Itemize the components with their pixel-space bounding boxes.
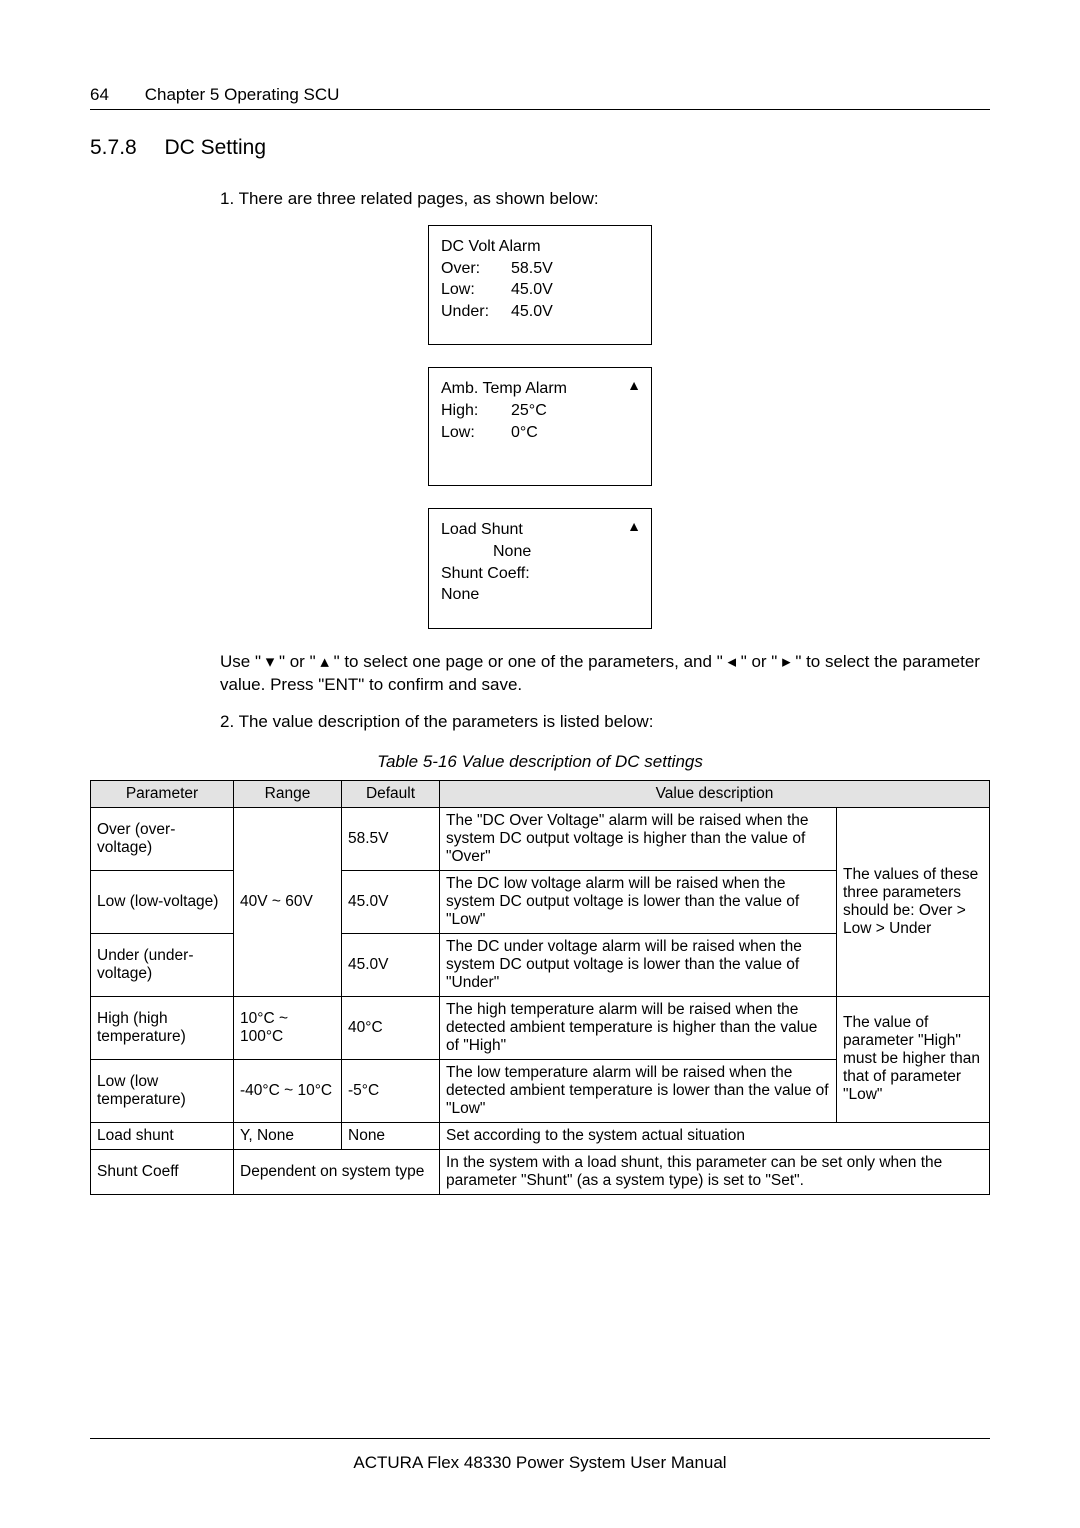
page-number: 64 [90,85,140,105]
section-heading: 5.7.8 DC Setting [90,136,990,160]
cell-desc: The high temperature alarm will be raise… [440,996,837,1059]
section-title: DC Setting [164,136,266,159]
display-value: 0°C [511,422,538,444]
display-label: High: [441,400,511,422]
table-caption: Table 5-16 Value description of DC setti… [90,752,990,772]
display-line: None [441,541,639,563]
cell-param: High (high temperature) [91,996,234,1059]
display-row: Under: 45.0V [441,301,639,323]
cell-default: 45.0V [342,870,440,933]
cell-range: 10°C ~ 100°C [234,996,342,1059]
table-row: Shunt Coeff Dependent on system type In … [91,1149,990,1194]
section-number: 5.7.8 [90,136,160,160]
display-label: Over: [441,258,511,280]
cell-note: The values of these three parameters sho… [837,807,990,996]
table-header-row: Parameter Range Default Value descriptio… [91,780,990,807]
display-line: Shunt Coeff: [441,563,639,585]
display-row: High: 25°C [441,400,639,422]
display-screen-amb-temp: ▲ Amb. Temp Alarm High: 25°C Low: 0°C [428,367,652,486]
page-header: 64 Chapter 5 Operating SCU [90,85,990,110]
cell-default: 40°C [342,996,440,1059]
table-row: Over (over-voltage) 40V ~ 60V 58.5V The … [91,807,990,870]
page-footer: ACTURA Flex 48330 Power System User Manu… [90,1438,990,1473]
cell-param: Under (under-voltage) [91,933,234,996]
col-default: Default [342,780,440,807]
display-line: None [441,584,639,606]
cell-range: -40°C ~ 10°C [234,1059,342,1122]
display-row: Low: 45.0V [441,279,639,301]
cell-param: Over (over-voltage) [91,807,234,870]
table-row: Load shunt Y, None None Set according to… [91,1122,990,1149]
display-value: 45.0V [511,301,553,323]
cell-default: None [342,1122,440,1149]
display-row: Over: 58.5V [441,258,639,280]
cell-desc: Set according to the system actual situa… [440,1122,990,1149]
intro-paragraph-2: 2. The value description of the paramete… [220,711,990,734]
cell-range: Y, None [234,1122,342,1149]
cell-desc: The "DC Over Voltage" alarm will be rais… [440,807,837,870]
navigation-instructions: Use " ▾ " or " ▴ " to select one page or… [220,651,990,697]
cell-note: The value of parameter "High" must be hi… [837,996,990,1122]
cell-desc: The DC under voltage alarm will be raise… [440,933,837,996]
display-row: Low: 0°C [441,422,639,444]
display-screen-dc-volt: DC Volt Alarm Over: 58.5V Low: 45.0V Und… [428,225,652,345]
display-title: DC Volt Alarm [441,236,639,258]
up-arrow-icon: ▲ [627,376,641,395]
cell-param: Low (low temperature) [91,1059,234,1122]
col-parameter: Parameter [91,780,234,807]
display-value: 45.0V [511,279,553,301]
page: 64 Chapter 5 Operating SCU 5.7.8 DC Sett… [0,0,1080,1528]
cell-param: Shunt Coeff [91,1149,234,1194]
cell-desc: The DC low voltage alarm will be raised … [440,870,837,933]
display-label: Under: [441,301,511,323]
cell-desc: The low temperature alarm will be raised… [440,1059,837,1122]
cell-param: Low (low-voltage) [91,870,234,933]
up-arrow-icon: ▲ [627,517,641,536]
chapter-title: Chapter 5 Operating SCU [145,85,340,104]
display-label: Low: [441,422,511,444]
display-title: Amb. Temp Alarm [441,378,639,400]
cell-range: 40V ~ 60V [234,807,342,996]
cell-default: 45.0V [342,933,440,996]
table-row: High (high temperature) 10°C ~ 100°C 40°… [91,996,990,1059]
display-value: 25°C [511,400,547,422]
col-range: Range [234,780,342,807]
display-screen-load-shunt: ▲ Load Shunt None Shunt Coeff: None [428,508,652,628]
display-line: Load Shunt [441,519,639,541]
col-description: Value description [440,780,990,807]
cell-param: Load shunt [91,1122,234,1149]
cell-desc: In the system with a load shunt, this pa… [440,1149,990,1194]
intro-paragraph-1: 1. There are three related pages, as sho… [220,188,990,211]
cell-range-default: Dependent on system type [234,1149,440,1194]
dc-settings-table: Parameter Range Default Value descriptio… [90,780,990,1195]
display-value: 58.5V [511,258,553,280]
cell-default: 58.5V [342,807,440,870]
display-label: Low: [441,279,511,301]
cell-default: -5°C [342,1059,440,1122]
